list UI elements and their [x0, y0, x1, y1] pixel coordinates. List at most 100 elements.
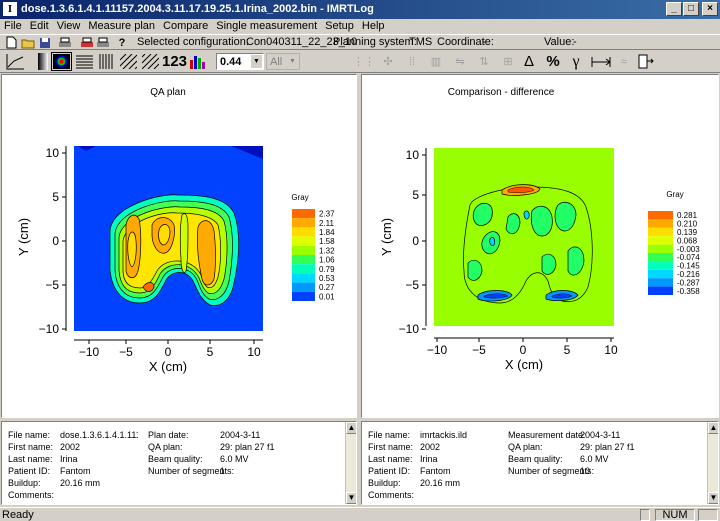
menu-view[interactable]: View — [53, 19, 85, 34]
menu-compare[interactable]: Compare — [159, 19, 212, 34]
info-label: Comments: — [368, 490, 415, 500]
print-right-button[interactable] — [96, 36, 110, 49]
qa-plan-y-axis: 10 5 0 −5 −10 — [39, 146, 67, 336]
grayscale-button[interactable] — [36, 52, 50, 71]
coordinate-value: - — [482, 36, 486, 48]
num-lock-indicator: NUM — [655, 509, 695, 521]
print-button[interactable] — [58, 36, 72, 49]
colorbar-swatch — [292, 264, 315, 274]
hatch-icon — [141, 54, 159, 69]
scroll-down-icon[interactable]: ▼ — [708, 492, 718, 504]
scroll-up-icon[interactable]: ▲ — [346, 422, 356, 434]
distance-button[interactable] — [590, 52, 612, 71]
info-value: Irina — [60, 454, 78, 464]
gamma-button[interactable]: γ — [566, 52, 586, 71]
horizontal-lines-button[interactable] — [74, 52, 94, 71]
minimize-button[interactable]: _ — [666, 2, 682, 16]
scroll-up-icon[interactable]: ▲ — [708, 422, 718, 434]
help-button[interactable]: ? — [116, 36, 128, 49]
histogram-button[interactable] — [187, 52, 207, 71]
grid-points-button[interactable]: ⋮⋮ — [353, 52, 375, 71]
info-label: First name: — [368, 442, 414, 452]
info-label-secondary: QA plan: — [148, 442, 183, 452]
value-value: - — [573, 36, 577, 48]
segments-button[interactable]: ⁞⁞ — [402, 52, 422, 71]
colorbar-tick-label: 2.37 — [319, 210, 335, 219]
open-file-button[interactable] — [20, 36, 36, 49]
scroll-down-icon[interactable]: ▼ — [346, 492, 356, 504]
colorbar-swatch — [648, 211, 673, 220]
qa-plan-info-scrollbar[interactable]: ▲ ▼ — [345, 422, 356, 504]
info-value: 20.16 mm — [420, 478, 461, 488]
menu-single-measurement[interactable]: Single measurement — [212, 19, 321, 34]
y-tick-label: −5 — [405, 278, 419, 292]
distance-icon — [591, 56, 611, 67]
info-value: 2002 — [420, 442, 441, 452]
color-map-button[interactable] — [51, 52, 72, 71]
new-file-button[interactable] — [4, 36, 18, 49]
colorbar-swatch — [292, 291, 315, 301]
flip-button[interactable]: ⇋ — [450, 52, 470, 71]
columns-button[interactable]: ▥ — [426, 52, 446, 71]
info-label-secondary: Beam quality: — [148, 454, 203, 464]
diagonal-lines-button[interactable] — [118, 52, 138, 71]
x-tick-label: 10 — [247, 345, 261, 359]
overlay-button[interactable]: ⊞ — [498, 52, 518, 71]
delta-button[interactable]: Δ — [519, 52, 539, 71]
colorbar-swatch — [292, 255, 315, 265]
question-icon: ? — [118, 36, 126, 49]
numbers-button[interactable]: 123 — [162, 52, 187, 71]
comparison-contour-e — [530, 205, 553, 237]
x-tick-label: −5 — [472, 343, 486, 357]
comparison-x-axis: −10 −5 0 5 10 — [427, 337, 618, 357]
print-left-button[interactable] — [80, 36, 94, 49]
shift-button[interactable]: ⇅ — [474, 52, 494, 71]
menu-help[interactable]: Help — [358, 19, 389, 34]
folder-icon — [21, 39, 34, 48]
x-tick-label: −10 — [427, 343, 448, 357]
menu-edit[interactable]: Edit — [26, 19, 53, 34]
columns-icon: ▥ — [430, 56, 442, 68]
menu-bar: File Edit View Measure plan Compare Single me… — [0, 19, 720, 34]
colorbar-swatch — [292, 282, 315, 292]
colorbar-tick-label: 1.06 — [319, 256, 335, 265]
close-button[interactable]: × — [702, 2, 718, 16]
maximize-icon: □ — [687, 3, 695, 14]
level-select[interactable]: 0.44 ▼ — [216, 53, 264, 70]
info-value-secondary: 2004-3-11 — [220, 430, 261, 440]
percent-button[interactable]: % — [542, 52, 564, 71]
colorbar-swatch — [292, 236, 315, 246]
new-file-icon — [6, 36, 16, 49]
line-plot-button[interactable] — [4, 52, 26, 71]
info-label-secondary: Beam quality: — [508, 454, 563, 464]
y-tick-label: −5 — [45, 278, 59, 292]
segments-icon: ⁞⁞ — [408, 55, 416, 68]
menu-measure-plan[interactable]: Measure plan — [84, 19, 159, 34]
vertical-lines-button[interactable] — [96, 52, 116, 71]
colorbar-tick-label: 1.58 — [319, 237, 335, 246]
value-label: Value: — [544, 36, 575, 48]
exit-button[interactable] — [636, 52, 656, 71]
hatch-lines-button[interactable] — [140, 52, 160, 71]
colorbar-swatch — [292, 218, 315, 228]
wave-icon: ≈ — [620, 55, 628, 68]
info-label: First name: — [8, 442, 54, 452]
all-select[interactable]: All ▼ — [266, 53, 300, 70]
comparison-info-scrollbar[interactable]: ▲ ▼ — [707, 422, 718, 504]
menu-file[interactable]: File — [0, 19, 26, 34]
colorbar-swatch — [292, 227, 315, 237]
flip-icon: ⇋ — [455, 56, 465, 68]
colorbar-swatch — [648, 286, 673, 295]
wave-button[interactable]: ≈ — [614, 52, 634, 71]
colorbar-swatch — [648, 278, 673, 287]
config-label: Selected configuration: — [137, 36, 249, 48]
colorbar-tick-label: 0.01 — [319, 292, 335, 301]
crosshair-icon: ✣ — [383, 56, 393, 68]
maximize-button[interactable]: □ — [683, 2, 699, 16]
save-button[interactable] — [38, 36, 52, 49]
comparison-ylabel: Y (cm) — [379, 218, 394, 256]
menu-setup[interactable]: Setup — [321, 19, 358, 34]
crosshair-button[interactable]: ✣ — [378, 52, 398, 71]
comparison-y-axis: 10 5 0 −5 −10 — [399, 148, 427, 336]
qa-plan-colorbar: 2.372.111.841.581.321.060.790.530.270.01 — [292, 209, 335, 301]
